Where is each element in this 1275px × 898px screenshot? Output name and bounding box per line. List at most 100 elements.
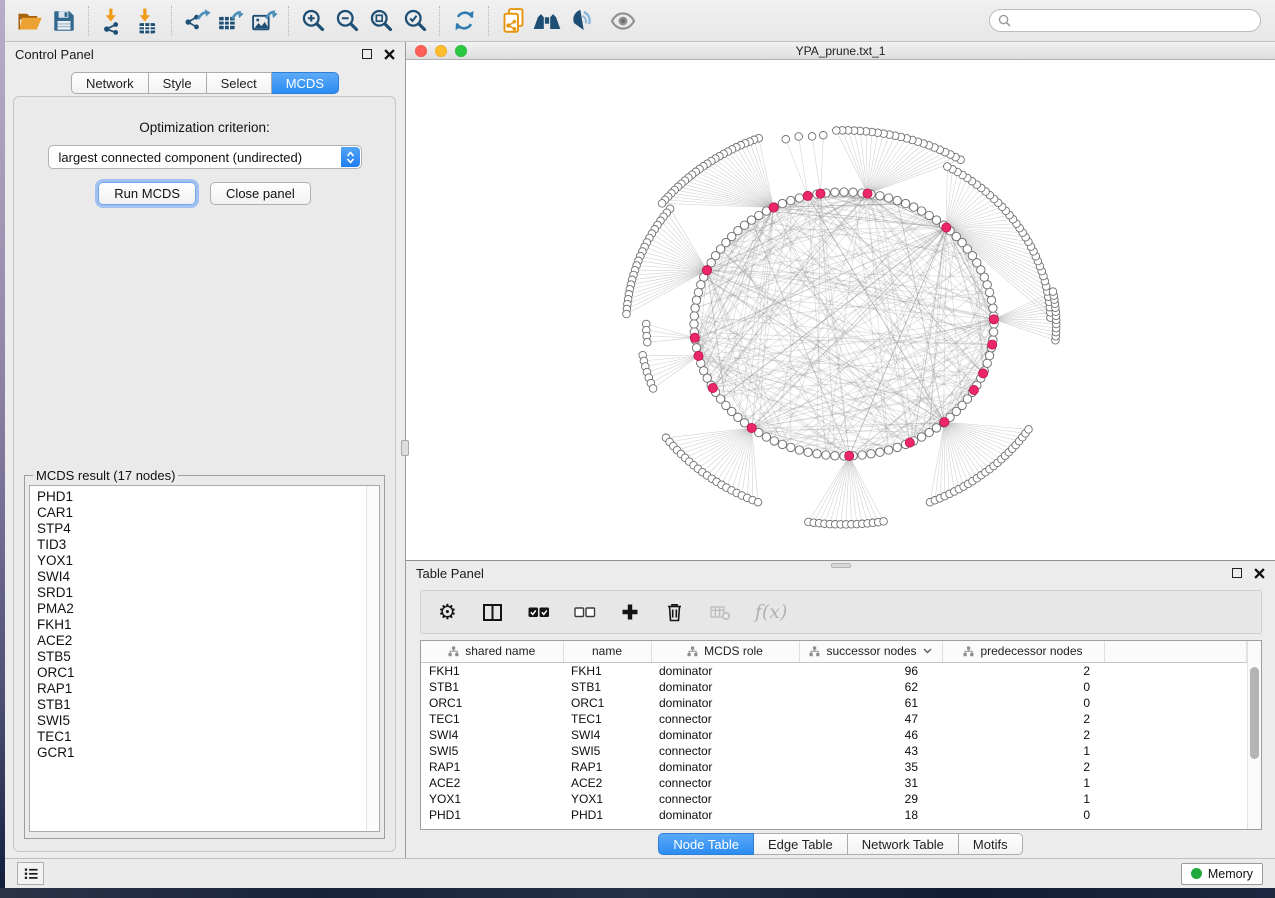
column-header-name[interactable]: name <box>563 641 651 662</box>
close-panel-button[interactable]: Close panel <box>210 182 311 205</box>
toolbar-separator <box>88 6 89 36</box>
node-table[interactable]: shared namenameMCDS rolesuccessor nodesp… <box>421 641 1247 823</box>
toggle-graphics-details-icon[interactable] <box>564 5 598 37</box>
cytoscape-window: Control Panel NetworkStyleSelectMCDS Opt… <box>5 0 1275 888</box>
search-binoculars-icon[interactable] <box>530 5 564 37</box>
mcds-panel: Optimization criterion: largest connecte… <box>13 96 396 852</box>
horizontal-splitter-handle[interactable] <box>831 563 851 568</box>
close-window-icon[interactable] <box>415 45 427 57</box>
column-header-MCDS-role[interactable]: MCDS role <box>651 641 799 662</box>
table-row[interactable]: FKH1FKH1dominator962 <box>421 662 1247 679</box>
mcds-result-item[interactable]: GCR1 <box>37 745 379 761</box>
tab-network-table[interactable]: Network Table <box>848 833 959 855</box>
zoom-selected-icon[interactable] <box>398 5 432 37</box>
tab-edge-table[interactable]: Edge Table <box>754 833 848 855</box>
close-panel-icon[interactable] <box>384 49 395 60</box>
refresh-icon[interactable] <box>447 5 481 37</box>
toolbar-separator <box>439 6 440 36</box>
show-hide-eye-icon[interactable] <box>606 5 640 37</box>
table-tabs: Node TableEdge TableNetwork TableMotifs <box>406 833 1275 855</box>
run-mcds-button[interactable]: Run MCDS <box>98 182 196 205</box>
table-scrollbar-thumb[interactable] <box>1250 667 1259 759</box>
mcds-result-item[interactable]: FKH1 <box>37 617 379 633</box>
open-session-icon[interactable] <box>13 5 47 37</box>
zoom-out-icon[interactable] <box>330 5 364 37</box>
table-scrollbar[interactable] <box>1247 641 1261 829</box>
tab-network[interactable]: Network <box>71 72 149 94</box>
mcds-result-item[interactable]: TEC1 <box>37 729 379 745</box>
export-table-icon[interactable] <box>213 5 247 37</box>
mcds-result-item[interactable]: SWI5 <box>37 713 379 729</box>
table-row[interactable]: SWI4SWI4dominator462 <box>421 727 1247 743</box>
tab-style[interactable]: Style <box>149 72 207 94</box>
right-column: YPA_prune.txt_1 Table Panel ⚙ <box>405 42 1275 858</box>
tab-motifs[interactable]: Motifs <box>959 833 1023 855</box>
table-toolbar: ⚙ <box>420 590 1262 634</box>
import-network-icon[interactable] <box>96 5 130 37</box>
tab-mcds[interactable]: MCDS <box>272 72 339 94</box>
delete-column-trash-icon[interactable] <box>664 601 685 623</box>
toggle-column-view-icon[interactable] <box>481 601 504 624</box>
import-table-icon[interactable] <box>130 5 164 37</box>
vertical-splitter-handle[interactable] <box>401 440 409 456</box>
criterion-dropdown[interactable]: largest connected component (undirected) <box>48 145 362 169</box>
desktop-wallpaper-bottom <box>0 888 1275 898</box>
table-row[interactable]: ACE2ACE2connector311 <box>421 775 1247 791</box>
mcds-result-item[interactable]: RAP1 <box>37 681 379 697</box>
mcds-result-item[interactable]: STB5 <box>37 649 379 665</box>
mcds-result-item[interactable]: PMA2 <box>37 601 379 617</box>
table-row[interactable]: TEC1TEC1connector472 <box>421 711 1247 727</box>
column-header-successor-nodes[interactable]: successor nodes <box>799 641 942 662</box>
column-header-predecessor-nodes[interactable]: predecessor nodes <box>942 641 1104 662</box>
mcds-result-item[interactable]: ACE2 <box>37 633 379 649</box>
table-settings-gear-icon[interactable]: ⚙ <box>438 602 457 623</box>
table-row[interactable]: ORC1ORC1dominator610 <box>421 695 1247 711</box>
float-table-panel-icon[interactable] <box>1232 568 1242 578</box>
export-network-icon[interactable] <box>179 5 213 37</box>
search-field[interactable] <box>989 9 1261 32</box>
column-type-icon <box>448 646 459 657</box>
memory-button[interactable]: Memory <box>1181 863 1263 885</box>
network-view-window: YPA_prune.txt_1 <box>406 42 1275 561</box>
zoom-in-icon[interactable] <box>296 5 330 37</box>
float-panel-icon[interactable] <box>362 49 372 59</box>
mcds-result-item[interactable]: SRD1 <box>37 585 379 601</box>
create-column-plus-icon[interactable] <box>620 602 640 622</box>
deselect-all-icon[interactable] <box>574 604 596 620</box>
mcds-result-item[interactable]: ORC1 <box>37 665 379 681</box>
mcds-list-scrollbar[interactable] <box>366 486 379 830</box>
table-row[interactable]: SWI5SWI5connector431 <box>421 743 1247 759</box>
tab-node-table[interactable]: Node Table <box>658 833 754 855</box>
mcds-result-item[interactable]: YOX1 <box>37 553 379 569</box>
search-input[interactable] <box>1016 14 1252 28</box>
zoom-fit-icon[interactable] <box>364 5 398 37</box>
export-image-icon[interactable] <box>247 5 281 37</box>
mcds-result-item[interactable]: STB1 <box>37 697 379 713</box>
mcds-result-item[interactable]: TID3 <box>37 537 379 553</box>
mcds-result-legend: MCDS result (17 nodes) <box>33 468 178 483</box>
table-row[interactable]: RAP1RAP1dominator352 <box>421 759 1247 775</box>
dropdown-stepper-icon <box>341 147 360 167</box>
mcds-result-item[interactable]: PHD1 <box>37 489 379 505</box>
share-document-icon[interactable] <box>496 5 530 37</box>
table-row[interactable]: PHD1PHD1dominator180 <box>421 807 1247 823</box>
tab-select[interactable]: Select <box>207 72 272 94</box>
select-all-check-icon[interactable] <box>528 604 550 620</box>
minimize-window-icon[interactable] <box>435 45 447 57</box>
close-table-panel-icon[interactable] <box>1254 568 1265 579</box>
mcds-result-item[interactable]: SWI4 <box>37 569 379 585</box>
mcds-result-list[interactable]: PHD1CAR1STP4TID3YOX1SWI4SRD1PMA2FKH1ACE2… <box>29 485 380 832</box>
network-canvas[interactable] <box>406 60 1275 560</box>
save-session-icon[interactable] <box>47 5 81 37</box>
mcds-result-item[interactable]: STP4 <box>37 521 379 537</box>
mcds-result-item[interactable]: CAR1 <box>37 505 379 521</box>
node-table-container: shared namenameMCDS rolesuccessor nodesp… <box>420 640 1262 830</box>
control-panel-tabs: NetworkStyleSelectMCDS <box>5 72 405 94</box>
task-history-list-icon[interactable] <box>17 862 44 885</box>
table-row[interactable]: YOX1YOX1connector291 <box>421 791 1247 807</box>
zoom-window-icon[interactable] <box>455 45 467 57</box>
column-type-icon <box>687 646 698 657</box>
status-bar: Memory <box>5 858 1275 888</box>
table-row[interactable]: STB1STB1dominator620 <box>421 679 1247 695</box>
column-header-shared-name[interactable]: shared name <box>421 641 563 662</box>
